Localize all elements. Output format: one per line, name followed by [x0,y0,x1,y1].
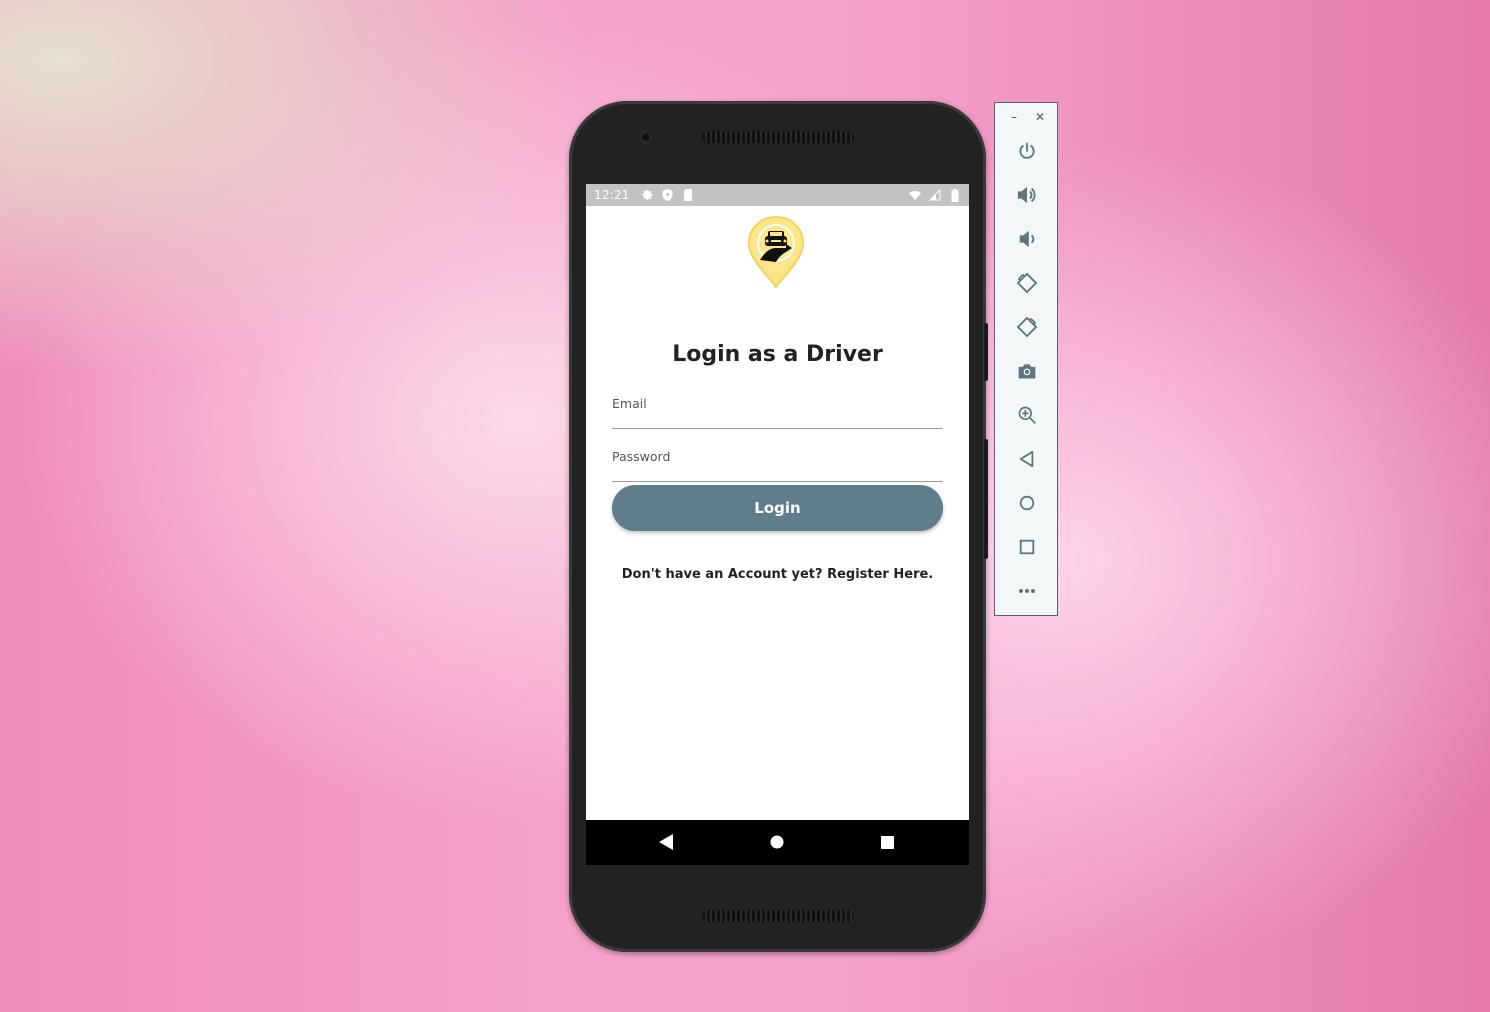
phone-frame: 12:21 Login as a Driver Email Password L… [569,101,988,952]
login-button[interactable]: Login [612,485,943,531]
password-label: Password [612,449,671,464]
android-nav-bar [586,820,969,865]
minimize-icon[interactable]: – [1007,110,1021,124]
signal-icon [929,189,941,201]
password-field[interactable]: Password [612,437,943,482]
power-icon[interactable] [1015,139,1039,163]
home-circle-icon [770,835,784,849]
overview-icon[interactable] [1015,535,1039,559]
back-triangle-icon [659,834,673,850]
settings-icon [641,189,654,201]
nav-overview-button[interactable] [877,832,897,852]
email-field[interactable]: Email [612,384,943,429]
home-icon[interactable] [1015,491,1039,515]
bottom-speaker [702,910,854,922]
rotate-right-icon[interactable] [1015,315,1039,339]
status-time: 12:21 [594,188,630,202]
more-icon[interactable] [1015,579,1039,603]
nav-back-button[interactable] [656,832,676,852]
front-camera [640,131,652,143]
zoom-icon[interactable] [1015,403,1039,427]
earpiece-speaker [702,131,854,143]
camera-icon[interactable] [1015,359,1039,383]
volume-down-icon[interactable] [1015,227,1039,251]
power-side-button[interactable] [984,323,988,381]
email-label: Email [612,396,647,411]
phone-screen: 12:21 Login as a Driver Email Password L… [586,184,969,865]
volume-side-button[interactable] [984,439,988,559]
emulator-toolbar: – ✕ [994,102,1058,616]
nav-home-button[interactable] [767,832,787,852]
register-link[interactable]: Don't have an Account yet? Register Here… [586,567,969,582]
rotate-left-icon[interactable] [1015,271,1039,295]
volume-up-icon[interactable] [1015,183,1039,207]
page-title: Login as a Driver [672,342,883,367]
back-icon[interactable] [1015,447,1039,471]
status-bar: 12:21 [586,184,969,206]
shield-icon [662,189,674,201]
sd-card-icon [682,189,694,201]
app-logo [747,215,805,289]
overview-square-icon [880,835,894,849]
wifi-icon [909,189,921,201]
battery-icon [949,188,961,202]
close-icon[interactable]: ✕ [1033,110,1047,124]
